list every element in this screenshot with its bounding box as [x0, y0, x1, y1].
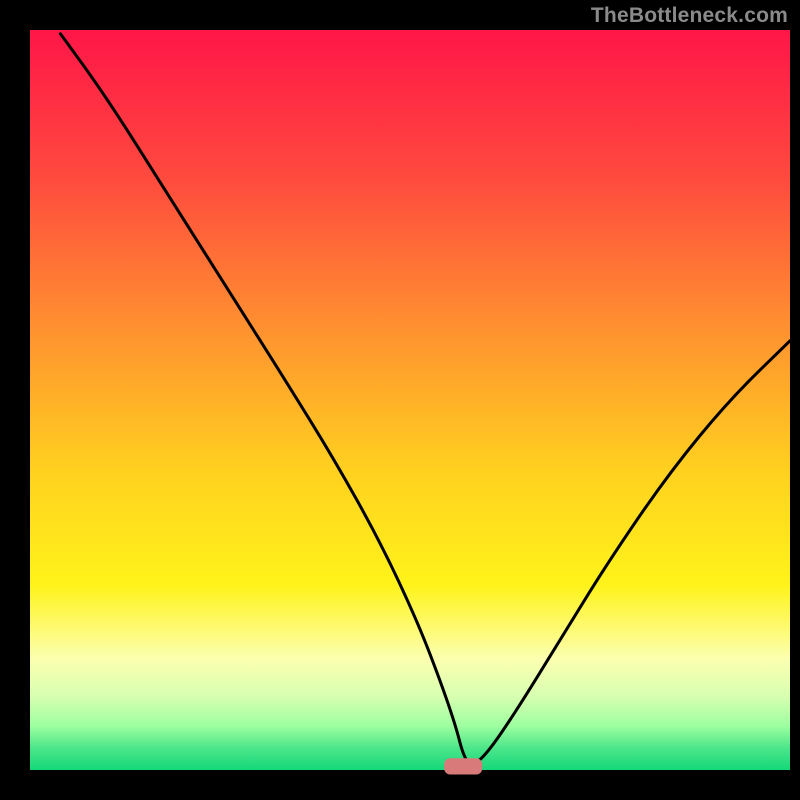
chart-frame: TheBottleneck.com	[0, 0, 800, 800]
chart-background	[30, 30, 790, 770]
watermark-label: TheBottleneck.com	[591, 4, 788, 28]
optimal-point-marker	[444, 758, 482, 774]
bottleneck-chart	[0, 0, 800, 800]
